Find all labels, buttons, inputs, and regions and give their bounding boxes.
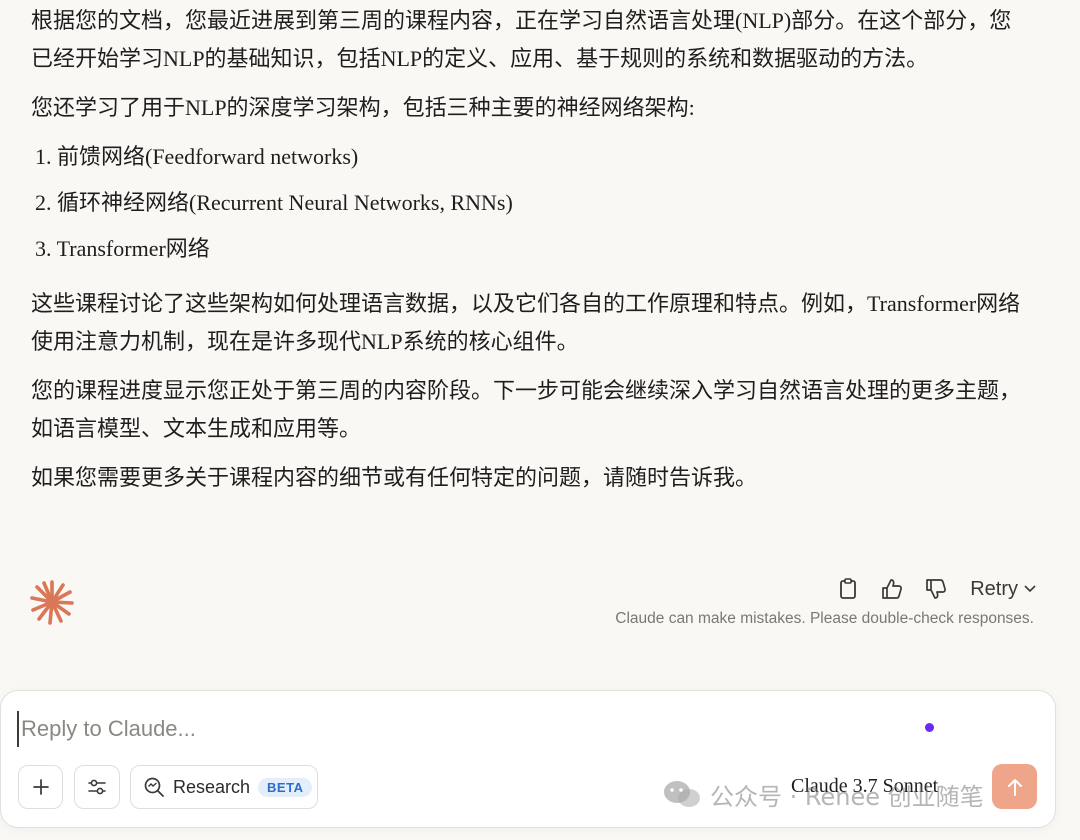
list-item: 3. Transformer网络 <box>31 230 1021 276</box>
disclaimer-text: Claude can make mistakes. Please double-… <box>615 610 1034 627</box>
model-selector[interactable]: Claude 3.7 Sonnet <box>791 775 938 798</box>
message-actions: Retry <box>826 572 1036 606</box>
tools-button[interactable] <box>74 765 120 809</box>
send-button[interactable] <box>992 764 1037 809</box>
beta-badge: BETA <box>258 777 313 797</box>
message-paragraph: 您的课程进度显示您正处于第三周的内容阶段。下一步可能会继续深入学习自然语言处理的… <box>31 378 1022 441</box>
list-item-text: 循环神经网络(Recurrent Neural Networks, RNNs) <box>57 190 513 215</box>
architecture-list: 1. 前馈网络(Feedforward networks) 2. 循环神经网络(… <box>31 138 1021 276</box>
message-paragraph: 如果您需要更多关于课程内容的细节或有任何特定的问题，请随时告诉我。 <box>31 465 758 490</box>
chevron-down-icon <box>1024 585 1036 593</box>
research-icon <box>144 777 164 797</box>
claude-logo-icon <box>28 578 76 626</box>
list-number: 3. <box>35 236 52 261</box>
list-number: 2. <box>35 190 52 215</box>
copy-button[interactable] <box>826 572 870 606</box>
thumbs-up-icon <box>882 579 903 599</box>
research-button[interactable]: Research BETA <box>130 765 318 809</box>
copy-icon <box>840 578 857 599</box>
arrow-up-icon <box>1007 778 1022 796</box>
add-attachment-button[interactable] <box>18 765 63 809</box>
reply-composer: Research BETA Claude 3.7 Sonnet <box>0 690 1056 828</box>
list-item: 1. 前馈网络(Feedforward networks) <box>31 138 1021 184</box>
status-dot <box>925 723 934 732</box>
plus-icon <box>32 779 49 795</box>
sliders-icon <box>88 779 106 795</box>
research-label: Research <box>173 776 251 797</box>
list-item-text: 前馈网络(Feedforward networks) <box>57 144 359 169</box>
thumbs-down-button[interactable] <box>914 572 958 606</box>
thumbs-up-button[interactable] <box>870 572 914 606</box>
reply-input[interactable] <box>17 711 903 747</box>
message-paragraph: 您还学习了用于NLP的深度学习架构，包括三种主要的神经网络架构: <box>31 95 695 120</box>
message-paragraph: 这些课程讨论了这些架构如何处理语言数据，以及它们各自的工作原理和特点。例如，Tr… <box>31 291 1021 354</box>
assistant-message: 根据您的文档，您最近进展到第三周的课程内容，正在学习自然语言处理(NLP)部分。… <box>31 0 1021 508</box>
retry-button[interactable]: Retry <box>970 578 1036 601</box>
list-number: 1. <box>35 144 52 169</box>
list-item: 2. 循环神经网络(Recurrent Neural Networks, RNN… <box>31 184 1021 230</box>
thumbs-down-icon <box>926 579 947 599</box>
list-item-text: Transformer网络 <box>56 236 210 261</box>
message-paragraph: 根据您的文档，您最近进展到第三周的课程内容，正在学习自然语言处理(NLP)部分。… <box>31 8 1012 71</box>
retry-label: Retry <box>970 577 1018 600</box>
